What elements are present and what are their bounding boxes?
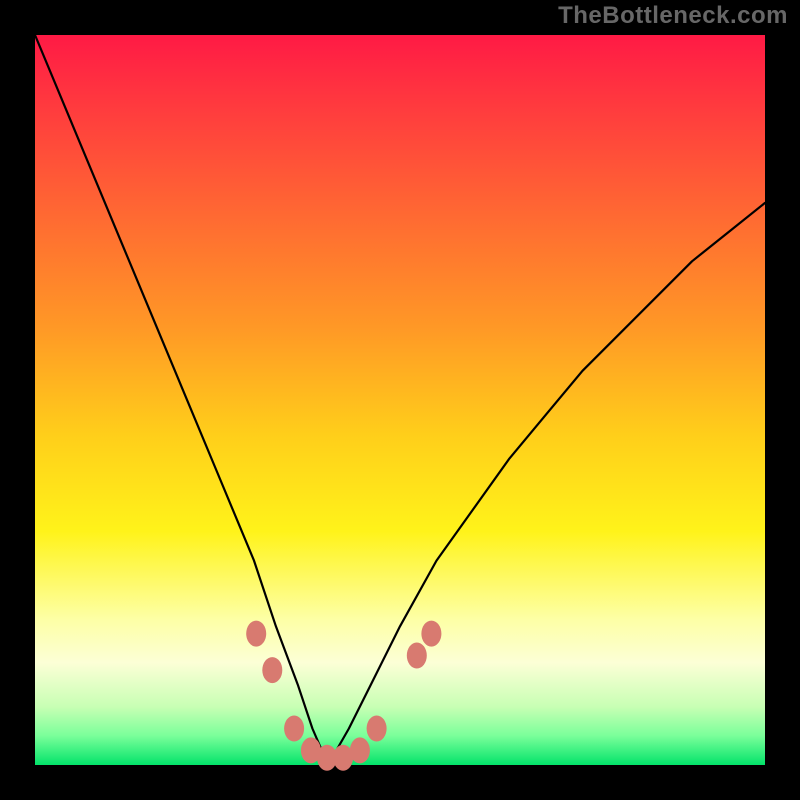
plot-background: [35, 35, 765, 765]
curve-marker: [246, 621, 266, 647]
curve-marker: [421, 621, 441, 647]
curve-marker: [284, 716, 304, 742]
curve-marker: [367, 716, 387, 742]
curve-marker: [262, 657, 282, 683]
curve-marker: [350, 737, 370, 763]
bottleneck-chart: [0, 0, 800, 800]
curve-marker: [407, 643, 427, 669]
chart-stage: TheBottleneck.com: [0, 0, 800, 800]
watermark-text: TheBottleneck.com: [558, 2, 788, 30]
